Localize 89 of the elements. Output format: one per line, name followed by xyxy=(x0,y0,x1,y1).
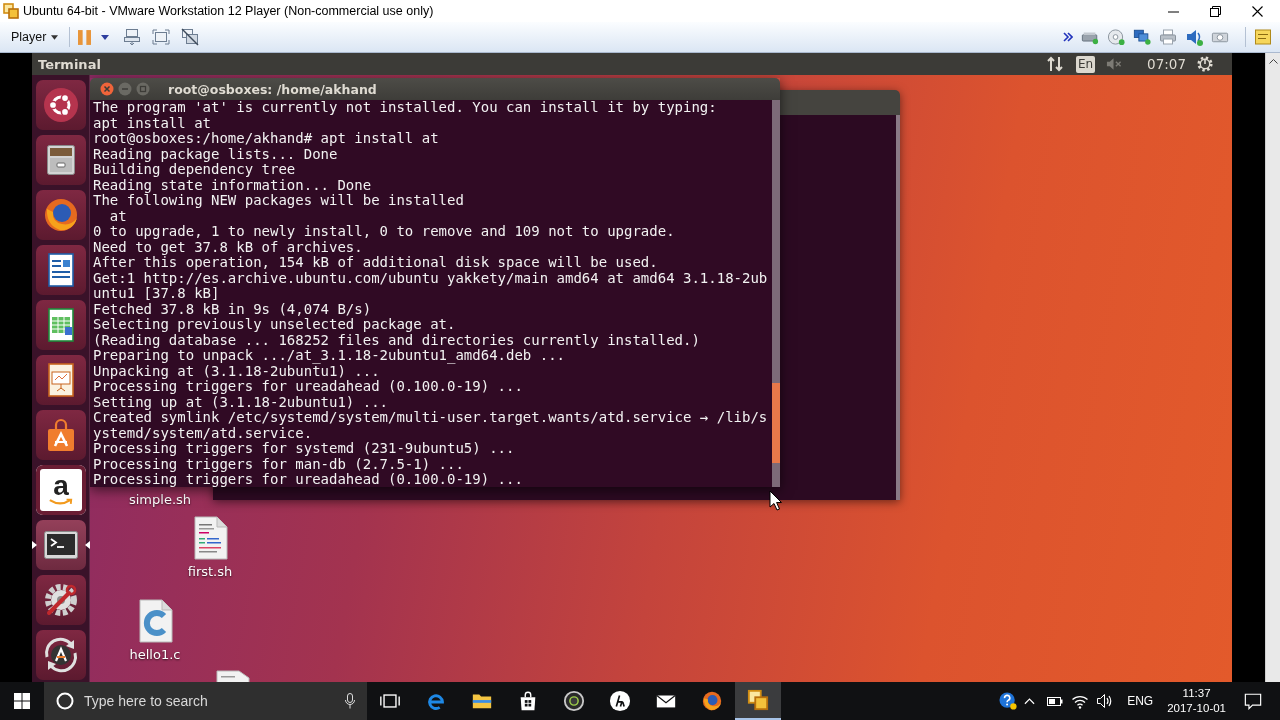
terminal-line: Created symlink /etc/systemd/system/multi-user.target.wants/atd.service → /lib/s xyxy=(93,410,769,426)
search-field[interactable]: Type here to search xyxy=(84,693,345,709)
file-label[interactable]: first.sh xyxy=(187,564,233,579)
ring-dots-icon xyxy=(41,85,81,125)
caret-icon xyxy=(51,34,59,40)
c-file-icon[interactable] xyxy=(137,599,173,643)
terminal-line: The program 'at' is currently not installed. You can install it by typing: xyxy=(93,100,718,116)
terminal-line: Reading package lists... Done xyxy=(93,146,338,162)
document-icon[interactable] xyxy=(214,670,250,682)
terminal-line: Preparing to unpack .../at_3.1.18-2ubuntu1_amd64.deb ... xyxy=(93,348,565,364)
transfer-arrows-icon[interactable] xyxy=(1046,56,1063,72)
launcher-button[interactable] xyxy=(36,135,86,185)
restore-icon[interactable] xyxy=(1210,5,1221,17)
launcher-button[interactable] xyxy=(36,190,86,240)
launcher-button[interactable] xyxy=(36,355,86,405)
circle-icon xyxy=(56,692,74,710)
search-box[interactable]: Type here to search xyxy=(44,682,367,720)
close-icon[interactable] xyxy=(1252,5,1263,17)
caret-icon[interactable] xyxy=(101,34,110,40)
launcher-button[interactable] xyxy=(36,80,86,130)
terminal-line: ystemd/system/atd.service. xyxy=(93,425,313,441)
launcher-button[interactable] xyxy=(36,630,86,680)
launcher-button[interactable] xyxy=(36,245,86,295)
terminal-line: Setting up at (3.1.18-2ubuntu1) ... xyxy=(93,394,389,410)
fox-globe-icon xyxy=(701,690,723,712)
terminal-line: Unpacking at (3.1.18-2ubuntu1) ... xyxy=(93,363,380,379)
launcher-button[interactable] xyxy=(36,575,86,625)
smile-arrow-icon xyxy=(48,498,74,506)
arrow-indicator-icon xyxy=(32,541,37,549)
network-icon[interactable] xyxy=(1133,28,1151,46)
terminal-line: Processing triggers for ureadahead (0.100.0-19) ... xyxy=(93,472,524,487)
round-logo-icon xyxy=(609,690,631,712)
terminal-line: at xyxy=(108,208,128,224)
speech-bubble-icon[interactable] xyxy=(1244,692,1262,710)
note-icon[interactable] xyxy=(1254,28,1272,46)
scrollbar-track[interactable] xyxy=(1265,53,1280,682)
microphone-icon[interactable] xyxy=(345,693,355,709)
terminal-line: After this operation, 154 kB of additional disk space will be used. xyxy=(93,255,659,271)
question-mark-icon[interactable] xyxy=(999,692,1018,710)
scrollbar-thumb[interactable] xyxy=(772,383,780,463)
terminal-line: root@osboxes:/home/akhand# apt install at xyxy=(93,131,440,147)
terminal-line: 0 to upgrade, 1 to newly install, 0 to remove and 109 not to upgrade. xyxy=(93,224,676,240)
power-icon[interactable] xyxy=(1197,56,1213,72)
launcher-button[interactable] xyxy=(36,520,86,570)
terminal-line: (Reading database ... 168252 files and directories currently installed.) xyxy=(93,332,701,348)
windows-logo-icon[interactable] xyxy=(14,693,30,709)
chevron-up-icon[interactable] xyxy=(1024,697,1036,705)
terminal-line: Fetched 37.8 kB in 9s (4,074 B/s) xyxy=(93,301,373,317)
keyboard-layout-button[interactable]: En xyxy=(1075,55,1096,73)
window-title: Ubuntu 64-bit - VMware Workstation 12 Player (Non-commercial use only) xyxy=(23,4,434,18)
computer-arrow-icon[interactable] xyxy=(123,28,142,46)
terminal-line: Processing triggers for systemd (231-9ubuntu5) ... xyxy=(93,441,516,457)
app-title: Terminal xyxy=(38,56,101,72)
stacked-squares-icon xyxy=(3,3,19,19)
launcher-button[interactable] xyxy=(36,300,86,350)
stacked-squares-icon xyxy=(747,689,769,711)
fullscreen-icon[interactable] xyxy=(152,28,171,46)
terminal-line: Need to get 37.8 kB of archives. xyxy=(93,239,364,255)
taskbar-button[interactable] xyxy=(735,682,781,720)
mouse-pointer-icon xyxy=(769,490,783,511)
terminal-line: Selecting previously unselected package at. xyxy=(93,317,457,333)
terminal-line: Reading state information... Done xyxy=(93,177,373,193)
terminal-line: Processing triggers for man-db (2.7.5-1) ... xyxy=(93,456,465,472)
terminal-line: untu1 [37.8 kB] xyxy=(93,286,220,302)
disc-icon[interactable] xyxy=(1107,28,1125,46)
arrow-indicator-icon xyxy=(85,541,90,549)
printer-icon[interactable] xyxy=(1159,28,1177,46)
terminal-line: Building dependency tree xyxy=(93,162,297,178)
launcher-button[interactable]: a xyxy=(36,465,86,515)
file-label[interactable]: simple.sh xyxy=(128,492,192,507)
clock[interactable]: 07:07 xyxy=(1147,56,1186,72)
windows-strike-icon[interactable] xyxy=(181,28,200,46)
clock-button[interactable]: 11:37 2017-10-01 xyxy=(1161,686,1232,716)
window-title: root@osboxes: /home/akhand xyxy=(168,81,377,97)
file-label[interactable]: hello1.c xyxy=(129,647,181,662)
scrollbar-track[interactable] xyxy=(896,115,900,500)
double-chevron-icon[interactable] xyxy=(1063,32,1073,42)
muted-speaker-icon[interactable] xyxy=(1106,56,1123,72)
webcam-icon xyxy=(563,690,585,712)
scrollbar-track[interactable] xyxy=(772,100,780,487)
input-language[interactable]: ENG xyxy=(1127,694,1154,708)
launcher-button[interactable] xyxy=(36,410,86,460)
terminal-line: Get:1 http://es.archive.ubuntu.com/ubuntu yakkety/main amd64 at amd64 3.1.18-2ub xyxy=(93,270,769,286)
terminal-line: Processing triggers for ureadahead (0.100.0-19) ... xyxy=(93,379,524,395)
script-file-icon[interactable] xyxy=(192,516,228,560)
terminal-line: The following NEW packages will be installed xyxy=(93,193,465,209)
terminal-line: apt install at xyxy=(93,115,212,131)
player-menu-button[interactable]: Player xyxy=(8,28,62,46)
scroll-up-icon[interactable] xyxy=(1268,59,1278,64)
